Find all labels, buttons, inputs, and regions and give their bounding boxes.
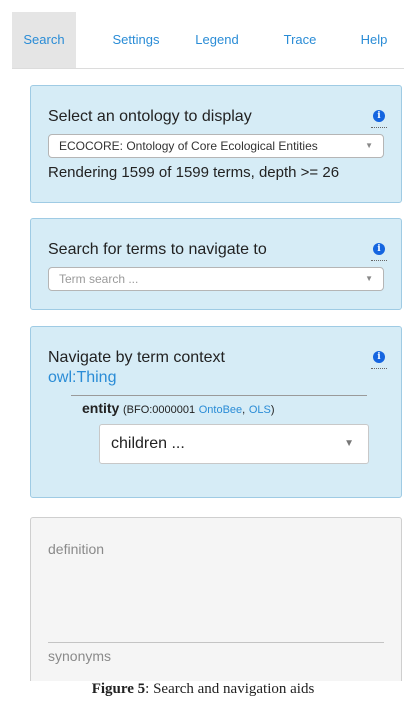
ontology-panel-title: Select an ontology to display bbox=[48, 108, 252, 125]
search-panel: Search for terms to navigate to i Term s… bbox=[30, 218, 402, 310]
navigate-panel-title: Navigate by term context bbox=[48, 349, 225, 366]
info-underline bbox=[371, 127, 387, 128]
navigate-panel: Navigate by term context i owl:Thing ent… bbox=[30, 326, 402, 498]
tab-help[interactable]: Help bbox=[352, 12, 396, 68]
tab-bar: Search Settings Legend Trace Help bbox=[12, 12, 404, 69]
ontobee-link[interactable]: OntoBee bbox=[199, 404, 242, 416]
term-search-input[interactable]: Term search ... ▼ bbox=[48, 267, 384, 291]
tab-trace[interactable]: Trace bbox=[270, 12, 330, 68]
info-underline bbox=[371, 368, 387, 369]
term-detail-panel: definition synonyms bbox=[30, 517, 402, 681]
root-term-link[interactable]: owl:Thing bbox=[48, 369, 116, 387]
tab-settings[interactable]: Settings bbox=[106, 12, 166, 68]
info-icon[interactable]: i bbox=[373, 110, 385, 122]
info-underline bbox=[371, 260, 387, 261]
ontology-panel: Select an ontology to display i ECOCORE:… bbox=[30, 85, 402, 203]
link-separator: , bbox=[242, 404, 246, 416]
chevron-down-icon: ▼ bbox=[365, 141, 373, 150]
ontology-select[interactable]: ECOCORE: Ontology of Core Ecological Ent… bbox=[48, 134, 384, 158]
divider bbox=[48, 642, 384, 643]
chevron-down-icon: ▼ bbox=[365, 274, 373, 283]
tab-legend[interactable]: Legend bbox=[187, 12, 247, 68]
entity-id-close: ) bbox=[270, 404, 275, 416]
entity-label: entity bbox=[82, 400, 120, 416]
children-select-value: children ... bbox=[111, 435, 185, 452]
ols-link[interactable]: OLS bbox=[249, 404, 271, 416]
definition-label: definition bbox=[48, 541, 105, 557]
search-panel-title: Search for terms to navigate to bbox=[48, 241, 267, 258]
term-search-placeholder: Term search ... bbox=[59, 272, 139, 286]
figure-caption: Figure 5: Search and navigation aids bbox=[0, 681, 406, 698]
entity-id: (BFO:0000001 bbox=[122, 404, 196, 416]
divider bbox=[71, 395, 367, 396]
chevron-down-icon: ▼ bbox=[344, 438, 354, 449]
ontology-select-value: ECOCORE: Ontology of Core Ecological Ent… bbox=[59, 139, 318, 153]
caption-text: : Search and navigation aids bbox=[145, 681, 315, 697]
entity-line: entity (BFO:0000001 OntoBee, OLS) bbox=[82, 400, 275, 416]
info-icon[interactable]: i bbox=[373, 351, 385, 363]
info-icon[interactable]: i bbox=[373, 243, 385, 255]
figure-label: Figure 5 bbox=[91, 681, 146, 697]
rendering-status: Rendering 1599 of 1599 terms, depth >= 2… bbox=[48, 164, 340, 181]
tab-search[interactable]: Search bbox=[12, 12, 76, 68]
synonyms-label: synonyms bbox=[48, 648, 112, 664]
children-select[interactable]: children ... ▼ bbox=[99, 424, 369, 464]
app-window: Search Settings Legend Trace Help Select… bbox=[12, 12, 404, 681]
